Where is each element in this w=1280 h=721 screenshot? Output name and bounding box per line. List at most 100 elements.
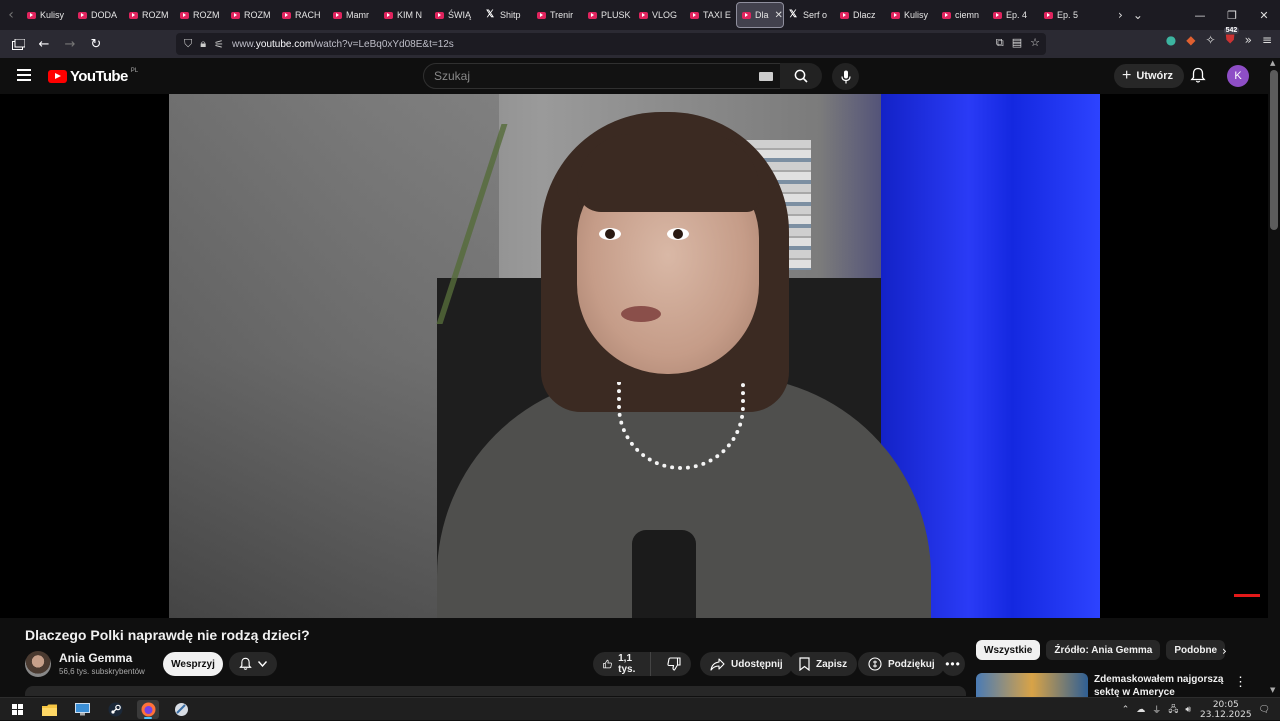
dislike-button[interactable] bbox=[657, 652, 691, 676]
browser-tab[interactable]: 𝕏 Shitp bbox=[481, 2, 532, 28]
remote-desktop-icon[interactable] bbox=[71, 700, 93, 719]
notifications-bell-icon[interactable] bbox=[1190, 67, 1206, 89]
tab-label: VLOG bbox=[652, 10, 678, 20]
picture-in-picture-icon[interactable]: ⧉ bbox=[996, 36, 1004, 50]
vpn-extension-icon[interactable]: ● bbox=[1166, 33, 1176, 47]
back-button[interactable]: ← bbox=[32, 32, 56, 56]
overflow-chevron-icon[interactable]: » bbox=[1245, 33, 1252, 47]
browser-tab[interactable]: Ep. 5 bbox=[1039, 2, 1090, 28]
forward-button[interactable]: → bbox=[58, 32, 82, 56]
youtube-icon bbox=[384, 11, 393, 19]
guide-menu-icon[interactable] bbox=[17, 69, 31, 81]
browser-tab[interactable]: Trenir bbox=[532, 2, 583, 28]
filter-chip[interactable]: Wszystkie bbox=[976, 640, 1041, 660]
keyboard-icon[interactable] bbox=[759, 72, 773, 81]
youtube-icon bbox=[27, 11, 36, 19]
page-scrollbar[interactable]: ▲ ▼ bbox=[1268, 58, 1280, 698]
recommendation-title[interactable]: Zdemaskowałem najgorszą sektę w Ameryce bbox=[1094, 673, 1224, 698]
lock-icon[interactable]: 🔒︎ bbox=[200, 37, 206, 51]
browser-tab[interactable]: DODA bbox=[73, 2, 124, 28]
share-button[interactable]: Udostępnij bbox=[700, 652, 793, 676]
usb-icon[interactable]: ⏚ bbox=[1152, 703, 1161, 716]
shield-icon[interactable]: ⛉ bbox=[184, 37, 192, 51]
tray-overflow-icon[interactable]: ⌃ bbox=[1122, 705, 1130, 715]
browser-tab[interactable]: ROZM bbox=[226, 2, 277, 28]
youtube-icon bbox=[891, 11, 900, 19]
recommendation-thumbnail[interactable] bbox=[976, 673, 1088, 698]
scroll-down-icon[interactable]: ▼ bbox=[1270, 686, 1275, 694]
scrollbar-thumb[interactable] bbox=[1270, 70, 1278, 230]
browser-tab[interactable]: Mamr bbox=[328, 2, 379, 28]
browser-tab[interactable]: ŚWIĄ bbox=[430, 2, 481, 28]
extensions-puzzle-icon[interactable]: ✧ bbox=[1206, 33, 1216, 47]
chips-next-icon[interactable]: › bbox=[1222, 644, 1227, 658]
clock-time: 20:05 bbox=[1212, 699, 1239, 710]
steam-icon[interactable] bbox=[104, 700, 126, 719]
tab-scroll-left-icon[interactable]: ‹ bbox=[0, 0, 22, 30]
browser-tab[interactable]: VLOG bbox=[634, 2, 685, 28]
firefox-icon[interactable] bbox=[137, 700, 159, 719]
filter-chip[interactable]: Podobne bbox=[1166, 640, 1226, 660]
thanks-button[interactable]: Podziękuj bbox=[858, 652, 945, 676]
browser-tab[interactable]: KIM N bbox=[379, 2, 430, 28]
video-frame[interactable] bbox=[169, 94, 1100, 618]
volume-icon[interactable]: 🔊︎ bbox=[1185, 705, 1191, 715]
browser-tab-active[interactable]: Dla ✕ bbox=[736, 2, 784, 28]
browser-tab[interactable]: Dlacz bbox=[835, 2, 886, 28]
channel-avatar[interactable] bbox=[25, 651, 51, 677]
tab-list-dropdown-icon[interactable]: ⌄ bbox=[1133, 8, 1143, 22]
notifications-icon[interactable]: 🗨︎ bbox=[1259, 705, 1270, 715]
description-box[interactable] bbox=[25, 686, 966, 696]
save-button[interactable]: Zapisz bbox=[789, 652, 858, 676]
adblock-extension-icon[interactable]: ⛊ 542 bbox=[1223, 27, 1240, 47]
channel-name[interactable]: Ania Gemma bbox=[59, 651, 132, 665]
url-text[interactable]: www.youtube.com/watch?v=LeBq0xYd08E&t=12… bbox=[232, 39, 454, 50]
search-button[interactable] bbox=[780, 63, 822, 89]
browser-tab[interactable]: ROZM bbox=[124, 2, 175, 28]
address-bar[interactable]: ⛉ 🔒︎ ⚟ www.youtube.com/watch?v=LeBq0xYd0… bbox=[176, 33, 1046, 55]
browser-tab[interactable]: ciemn bbox=[937, 2, 988, 28]
like-button[interactable]: 1,1 tys. bbox=[593, 652, 652, 676]
close-window-button[interactable]: ✕ bbox=[1248, 0, 1280, 30]
tab-close-icon[interactable]: ✕ bbox=[775, 10, 783, 21]
youtube-logo[interactable]: YouTube PL bbox=[48, 68, 138, 85]
create-button[interactable]: + Utwórz bbox=[1114, 64, 1185, 88]
filter-chip[interactable]: Źródło: Ania Gemma bbox=[1046, 640, 1161, 660]
bookmark-star-icon[interactable]: ☆ bbox=[1030, 36, 1040, 50]
more-actions-icon[interactable]: ••• bbox=[941, 652, 965, 676]
account-avatar[interactable]: K bbox=[1227, 65, 1249, 87]
network-icon[interactable]: 🖧︎ bbox=[1168, 702, 1178, 718]
browser-tab[interactable]: 𝕏 Serf o bbox=[784, 2, 835, 28]
reader-view-icon[interactable]: ▤ bbox=[1012, 36, 1022, 50]
clock-date: 23.12.2025 bbox=[1200, 709, 1252, 720]
fox-extension-icon[interactable]: ◆ bbox=[1186, 33, 1195, 47]
browser-tab[interactable]: Kulisy bbox=[886, 2, 937, 28]
reload-button[interactable]: ↻ bbox=[84, 32, 108, 56]
onedrive-icon[interactable]: ☁ bbox=[1136, 705, 1145, 715]
permissions-icon[interactable]: ⚟ bbox=[214, 38, 224, 51]
tab-label: Mamr bbox=[346, 10, 369, 20]
tab-groups-icon[interactable] bbox=[6, 32, 30, 56]
browser-tab[interactable]: PLUSK bbox=[583, 2, 634, 28]
app-menu-icon[interactable]: ≡ bbox=[1262, 33, 1272, 47]
browser-tab[interactable]: TAXI E bbox=[685, 2, 736, 28]
support-button[interactable]: Wesprzyj bbox=[163, 652, 223, 676]
browser-tab[interactable]: Ep. 4 bbox=[988, 2, 1039, 28]
restore-button[interactable]: ❐ bbox=[1216, 0, 1248, 30]
browser-tab[interactable]: Kulisy bbox=[22, 2, 73, 28]
system-clock[interactable]: 20:05 23.12.2025 bbox=[1200, 700, 1252, 720]
tab-scroll-right-icon[interactable]: › bbox=[1118, 8, 1123, 22]
minimize-button[interactable]: — bbox=[1184, 0, 1216, 30]
tab-list: Kulisy DODA ROZM ROZM ROZM RACH Mamr KIM N ŚWIĄ 𝕏… bbox=[22, 0, 1112, 30]
browser-tab[interactable]: ROZM bbox=[175, 2, 226, 28]
file-explorer-icon[interactable] bbox=[38, 700, 60, 719]
video-player[interactable] bbox=[0, 94, 1268, 618]
scroll-up-icon[interactable]: ▲ bbox=[1270, 59, 1275, 67]
start-button[interactable] bbox=[6, 700, 28, 719]
browser-tab[interactable]: RACH bbox=[277, 2, 328, 28]
subscription-notifications-button[interactable] bbox=[229, 652, 277, 676]
recommendation-menu-icon[interactable]: ⋮ bbox=[1234, 674, 1247, 690]
app-icon[interactable] bbox=[170, 700, 192, 719]
search-input[interactable]: Szukaj bbox=[423, 63, 788, 89]
voice-search-button[interactable] bbox=[832, 63, 859, 90]
